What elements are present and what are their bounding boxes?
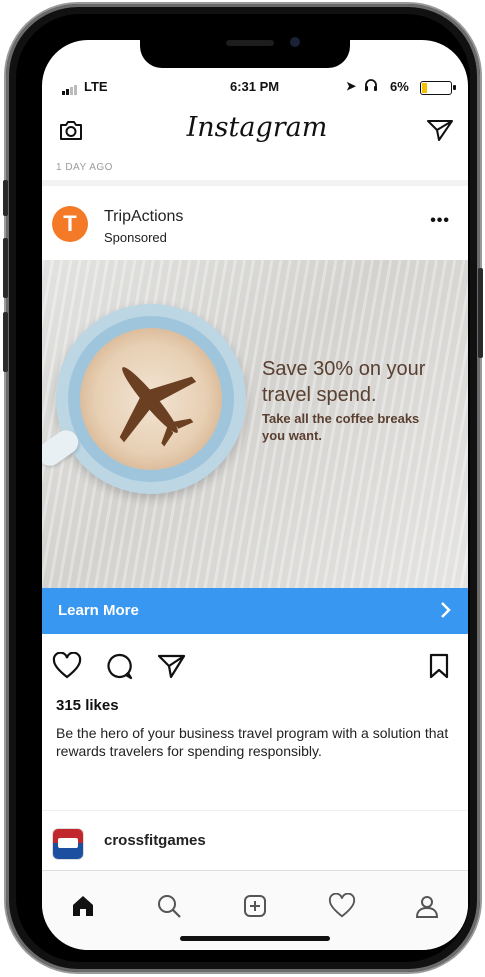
prev-post-age: 1 DAY AGO xyxy=(56,162,113,173)
next-post-account[interactable]: crossfitgames xyxy=(104,832,206,849)
profile-icon[interactable] xyxy=(414,893,440,924)
camera-icon[interactable] xyxy=(58,118,84,147)
post-actions xyxy=(42,644,468,684)
front-camera xyxy=(290,37,300,47)
more-options-icon[interactable]: ••• xyxy=(430,212,450,230)
comment-icon[interactable] xyxy=(104,652,134,685)
search-icon[interactable] xyxy=(156,893,182,924)
ad-image[interactable]: Save 30% on your travel spend. Take all … xyxy=(42,260,468,588)
divider xyxy=(42,180,468,186)
share-icon[interactable] xyxy=(156,652,186,685)
clock: 6:31 PM xyxy=(230,79,280,94)
home-indicator[interactable] xyxy=(180,936,330,941)
activity-heart-icon[interactable] xyxy=(328,892,356,924)
bookmark-icon[interactable] xyxy=(428,652,450,685)
chevron-right-icon xyxy=(440,600,452,625)
volume-up-button xyxy=(3,238,8,298)
post-caption: Be the hero of your business travel prog… xyxy=(56,725,449,759)
instagram-logo: Instagram xyxy=(186,112,328,143)
sponsored-label: Sponsored xyxy=(104,230,167,245)
signal-bars-icon xyxy=(62,80,78,95)
ad-subline: Take all the coffee breaks you want. xyxy=(262,411,420,443)
phone-screen: LTE 6:31 PM ➤ 6% Instagram 1 DAY AGO T T… xyxy=(42,40,468,950)
learn-more-label: Learn More xyxy=(58,602,139,619)
airplane-icon xyxy=(94,344,206,461)
silent-switch xyxy=(3,180,8,216)
post-header: T TripActions Sponsored ••• xyxy=(42,190,468,245)
volume-down-button xyxy=(3,312,8,372)
status-bar: LTE 6:31 PM ➤ 6% xyxy=(42,76,468,98)
earpiece-speaker xyxy=(226,40,274,46)
battery-percent: 6% xyxy=(390,79,409,94)
like-heart-icon[interactable] xyxy=(52,651,82,685)
learn-more-button[interactable]: Learn More xyxy=(42,588,468,634)
network-label: LTE xyxy=(84,79,108,94)
next-post-avatar[interactable] xyxy=(52,828,84,860)
top-nav: Instagram xyxy=(42,108,468,152)
headphones-icon xyxy=(364,78,378,95)
battery-icon xyxy=(420,81,456,95)
new-post-icon[interactable] xyxy=(242,893,268,924)
ad-headline: Save 30% on your travel spend. xyxy=(262,358,426,406)
divider xyxy=(42,810,468,811)
power-button xyxy=(478,268,483,358)
home-icon[interactable] xyxy=(70,893,96,924)
account-name[interactable]: TripActions xyxy=(104,208,183,226)
likes-count[interactable]: 315 likes xyxy=(56,697,119,714)
location-arrow-icon: ➤ xyxy=(346,79,357,93)
avatar[interactable]: T xyxy=(52,206,88,242)
phone-notch xyxy=(140,30,350,68)
paper-plane-icon[interactable] xyxy=(426,118,454,147)
